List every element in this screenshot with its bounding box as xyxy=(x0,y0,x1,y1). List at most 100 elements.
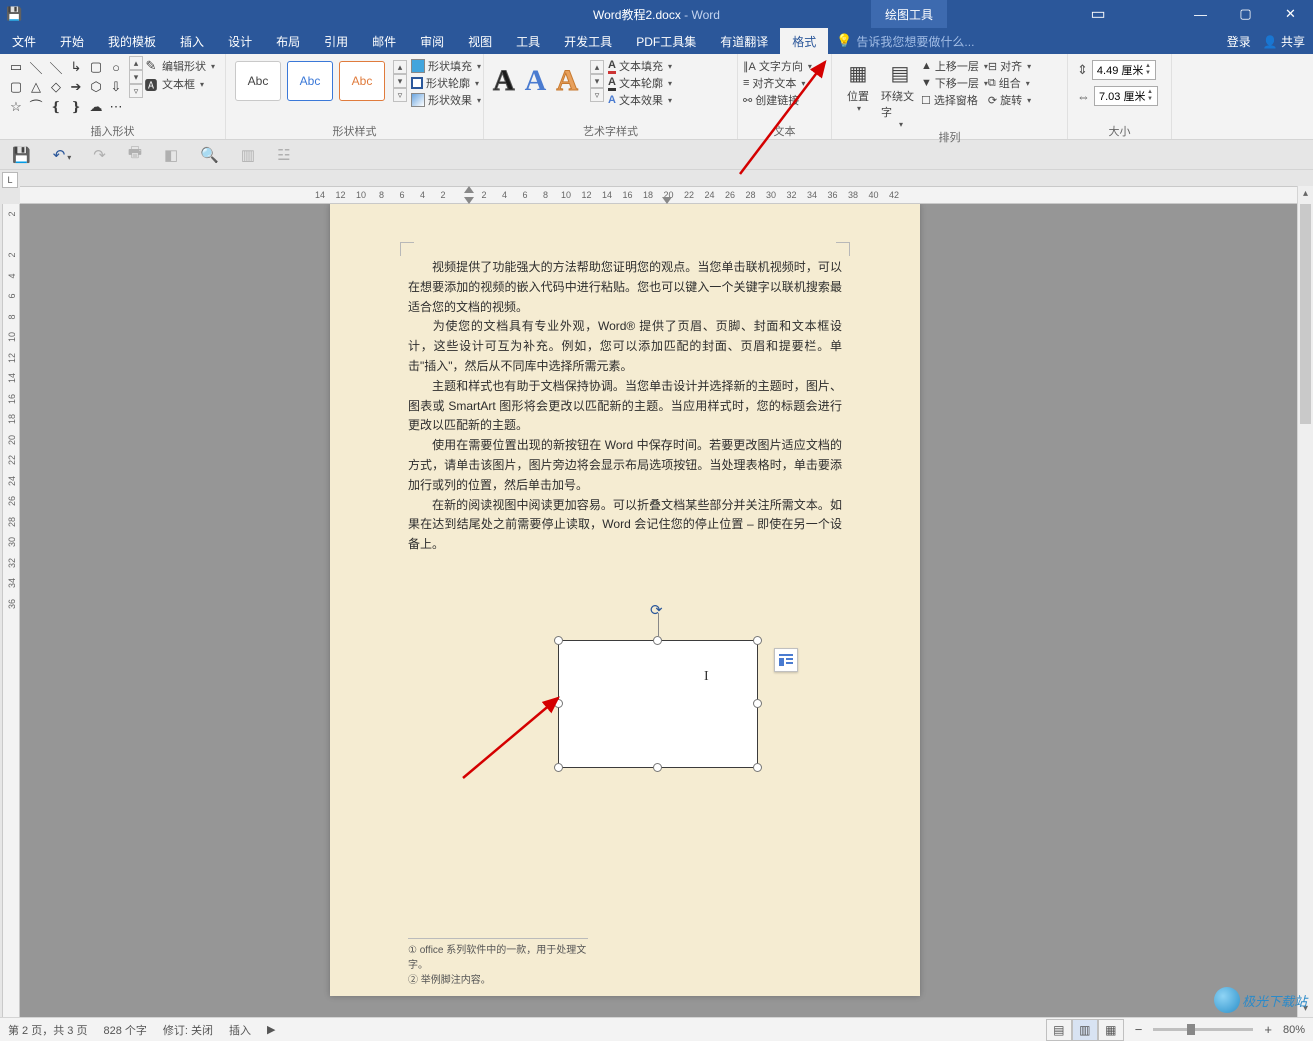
paragraph[interactable]: 主题和样式也有助于文档保持协调。当您单击设计并选择新的主题时，图片、图表或 Sm… xyxy=(408,377,842,436)
tab-references[interactable]: 引用 xyxy=(312,28,360,54)
tab-file[interactable]: 文件 xyxy=(0,28,48,54)
zoom-slider[interactable] xyxy=(1153,1028,1253,1031)
view-web-layout[interactable]: ▦ xyxy=(1098,1019,1124,1041)
shape-diamond-icon[interactable]: ◇ xyxy=(47,78,65,96)
style-thumb-2[interactable]: Abc xyxy=(287,61,333,101)
status-track-changes[interactable]: 修订: 关闭 xyxy=(163,1022,213,1038)
shape-connector-icon[interactable]: ↳ xyxy=(67,58,85,76)
group-button[interactable]: ⧉组合▾ xyxy=(988,75,1031,91)
contextual-tab-drawing-tools[interactable]: 绘图工具 xyxy=(871,0,947,28)
align-button[interactable]: ⊟对齐▾ xyxy=(988,58,1031,74)
vertical-scrollbar[interactable]: ▴ ▾ xyxy=(1297,186,1313,1017)
tab-home[interactable]: 开始 xyxy=(48,28,96,54)
shape-styles-nav[interactable]: ▴▾▿ xyxy=(393,60,407,102)
shape-hex-icon[interactable]: ⬡ xyxy=(87,78,105,96)
tab-format[interactable]: 格式 xyxy=(780,28,828,54)
status-word-count[interactable]: 828 个字 xyxy=(103,1022,146,1038)
vertical-ruler[interactable]: 224681012141618202224262830323436 xyxy=(2,204,20,1017)
tab-youdao[interactable]: 有道翻译 xyxy=(708,28,780,54)
paragraph[interactable]: 视频提供了功能强大的方法帮助您证明您的观点。当您单击联机视频时，可以在想要添加的… xyxy=(408,258,842,317)
shape-star-icon[interactable]: ☆ xyxy=(7,98,25,116)
text-fill-button[interactable]: A文本填充▾ xyxy=(608,58,672,74)
resize-handle[interactable] xyxy=(554,699,563,708)
shape-effects-button[interactable]: 形状效果▾ xyxy=(411,92,481,108)
shape-line-icon[interactable]: ＼ xyxy=(27,58,45,76)
resize-handle[interactable] xyxy=(653,636,662,645)
tab-tools[interactable]: 工具 xyxy=(504,28,552,54)
tab-review[interactable]: 审阅 xyxy=(408,28,456,54)
document-area[interactable]: 视频提供了功能强大的方法帮助您证明您的观点。当您单击联机视频时，可以在想要添加的… xyxy=(20,204,1297,1017)
style-thumb-3[interactable]: Abc xyxy=(339,61,385,101)
tell-me-search[interactable]: 💡告诉我您想要做什么... xyxy=(836,28,974,54)
resize-handle[interactable] xyxy=(753,699,762,708)
resize-handle[interactable] xyxy=(554,636,563,645)
rotate-button[interactable]: ⟳旋转▾ xyxy=(988,92,1031,108)
view-print-layout[interactable]: ▥ xyxy=(1072,1019,1098,1041)
resize-handle[interactable] xyxy=(753,763,762,772)
shape-arrowdown-icon[interactable]: ⇩ xyxy=(107,78,125,96)
shape-height-field[interactable]: ⇕ 4.49 厘米▲▼ xyxy=(1077,60,1158,80)
shape-arc-icon[interactable]: ⏜ xyxy=(27,98,45,116)
shape-brace2-icon[interactable]: ❵ xyxy=(67,98,85,116)
wordart-gallery[interactable]: A A A ▴▾▿ xyxy=(489,56,608,106)
wordart-style-3[interactable]: A xyxy=(556,64,578,98)
shapes-gallery-nav[interactable]: ▴▾▿ xyxy=(129,56,143,98)
layout-options-button[interactable] xyxy=(774,648,798,672)
scroll-up-icon[interactable]: ▴ xyxy=(1298,186,1313,202)
scrollbar-thumb[interactable] xyxy=(1300,204,1311,424)
shape-more-icon[interactable]: ⋯ xyxy=(107,98,125,116)
qat-redo-icon[interactable]: ↷ xyxy=(93,146,106,164)
qat-icon-8[interactable]: ☳ xyxy=(277,146,290,164)
shape-arrow-icon[interactable]: ➔ xyxy=(67,78,85,96)
zoom-in-button[interactable]: + xyxy=(1261,1022,1275,1037)
tab-insert[interactable]: 插入 xyxy=(168,28,216,54)
horizontal-ruler[interactable]: 1412108642246810121416182022242628303234… xyxy=(20,186,1297,204)
tab-view[interactable]: 视图 xyxy=(456,28,504,54)
style-thumb-1[interactable]: Abc xyxy=(235,61,281,101)
align-text-button[interactable]: ≡对齐文本▾ xyxy=(743,75,812,91)
shape-styles-gallery[interactable]: Abc Abc Abc ▴▾▿ xyxy=(231,56,411,106)
ruler-corner[interactable]: L xyxy=(2,172,18,188)
shape-oval-icon[interactable]: ○ xyxy=(107,58,125,76)
wordart-style-1[interactable]: A xyxy=(493,64,515,98)
shape-rect-icon[interactable]: ▢ xyxy=(87,58,105,76)
position-button[interactable]: ▦ 位置▾ xyxy=(837,56,879,113)
qat-undo-icon[interactable]: ↶▾ xyxy=(53,146,72,164)
resize-handle[interactable] xyxy=(753,636,762,645)
shape-triangle-icon[interactable]: △ xyxy=(27,78,45,96)
text-direction-button[interactable]: ∥A文字方向▾ xyxy=(743,58,812,74)
minimize-button[interactable]: — xyxy=(1178,0,1223,28)
bring-forward-button[interactable]: ▲上移一层▾ xyxy=(921,58,988,74)
paragraph[interactable]: 在新的阅读视图中阅读更加容易。可以折叠文档某些部分并关注所需文本。如果在达到结尾… xyxy=(408,496,842,555)
qat-save-icon[interactable]: 💾 xyxy=(12,146,31,164)
wordart-style-2[interactable]: A xyxy=(525,64,547,98)
tab-layout[interactable]: 布局 xyxy=(264,28,312,54)
wordart-gallery-nav[interactable]: ▴▾▿ xyxy=(590,60,604,102)
qat-print-icon[interactable]: 🖶 xyxy=(128,142,142,167)
tab-pdftools[interactable]: PDF工具集 xyxy=(624,28,708,54)
selection-pane-button[interactable]: ☐选择窗格 xyxy=(921,92,988,108)
create-link-button[interactable]: ⚯创建链接 xyxy=(743,92,812,108)
qat-icon-7[interactable]: ▥ xyxy=(241,146,255,164)
resize-handle[interactable] xyxy=(653,763,662,772)
shape-brace-icon[interactable]: ❴ xyxy=(47,98,65,116)
qat-icon-5[interactable]: ◧ xyxy=(164,146,178,164)
text-effects-button[interactable]: A文本效果▾ xyxy=(608,92,672,108)
close-button[interactable]: ✕ xyxy=(1268,0,1313,28)
send-backward-button[interactable]: ▼下移一层▾ xyxy=(921,75,988,91)
shape-width-field[interactable]: ⇔ 7.03 厘米▲▼ xyxy=(1077,86,1158,106)
shape-fill-button[interactable]: 形状填充▾ xyxy=(411,58,481,74)
text-box-shape[interactable]: ⟳ I xyxy=(558,640,758,768)
ribbon-display-options-icon[interactable]: ▭ xyxy=(1083,0,1113,28)
status-insert-mode[interactable]: 插入 xyxy=(229,1022,251,1038)
view-read-mode[interactable]: ▤ xyxy=(1046,1019,1072,1041)
rotate-handle-icon[interactable]: ⟳ xyxy=(650,601,666,617)
shape-roundrect-icon[interactable]: ▢ xyxy=(7,78,25,96)
shape-textbox-icon[interactable]: ▭ xyxy=(7,58,25,76)
status-macro-icon[interactable]: ▶ xyxy=(267,1023,275,1036)
zoom-out-button[interactable]: − xyxy=(1132,1022,1146,1037)
tab-mytemplates[interactable]: 我的模板 xyxy=(96,28,168,54)
qat-preview-icon[interactable]: 🔍 xyxy=(200,146,219,164)
text-box-button[interactable]: 🅰文本框▾ xyxy=(143,76,215,92)
tab-developer[interactable]: 开发工具 xyxy=(552,28,624,54)
